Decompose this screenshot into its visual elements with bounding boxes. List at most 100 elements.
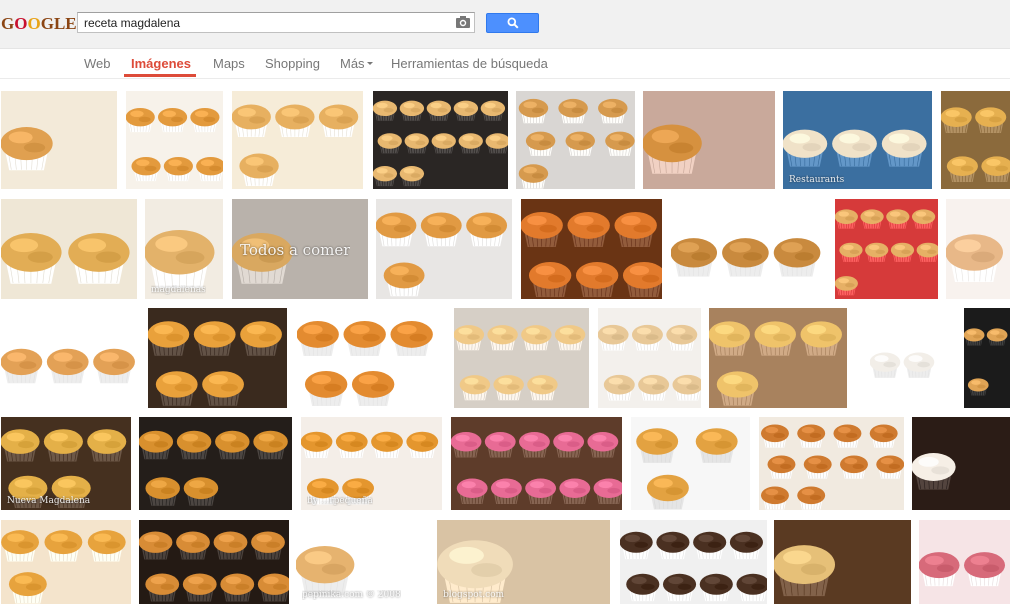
image-result[interactable]: [759, 417, 904, 510]
image-result[interactable]: [709, 308, 847, 408]
image-result[interactable]: Nueva Magdalena: [1, 417, 131, 510]
logo-letter: E: [65, 14, 77, 33]
image-result[interactable]: [1, 199, 137, 299]
tab-shopping[interactable]: Shopping: [265, 56, 320, 71]
image-result[interactable]: [376, 199, 512, 299]
search-box[interactable]: [77, 12, 475, 33]
search-icon: [507, 17, 519, 29]
search-input[interactable]: [84, 14, 444, 31]
image-result-thumbnail: [1, 308, 140, 408]
image-result[interactable]: Todos a comer: [232, 199, 368, 299]
image-result[interactable]: [946, 199, 1010, 299]
logo-letter: O: [14, 14, 28, 33]
logo-letter: G: [1, 14, 15, 33]
search-tabs: Web Imágenes Maps Shopping Más Herramien…: [0, 49, 1010, 79]
image-watermark: by ...rpequeña: [307, 496, 373, 506]
image-result-thumbnail: [671, 199, 826, 299]
image-result-thumbnail: [941, 91, 1010, 189]
image-result[interactable]: [774, 520, 911, 604]
header-bar: GOOGLE: [0, 0, 1010, 49]
active-tab-underline: [124, 74, 196, 77]
image-result-thumbnail: [709, 308, 847, 408]
image-result-thumbnail: [759, 417, 904, 510]
image-result[interactable]: [139, 417, 292, 510]
image-result[interactable]: [126, 91, 223, 189]
image-result[interactable]: [964, 308, 1010, 408]
image-result-thumbnail: [148, 308, 287, 408]
image-result[interactable]: [598, 308, 701, 408]
image-result[interactable]: [912, 417, 1010, 510]
tab-search-tools[interactable]: Herramientas de búsqueda: [391, 56, 548, 71]
image-watermark: blogspot.com: [443, 590, 505, 600]
image-result-thumbnail: [964, 308, 1010, 408]
image-result[interactable]: [870, 308, 938, 408]
image-result[interactable]: Restaurants: [783, 91, 932, 189]
image-result-thumbnail: [451, 417, 622, 510]
image-result[interactable]: pepinika.com © 2008: [296, 520, 427, 604]
image-result-thumbnail: [139, 520, 289, 604]
image-result[interactable]: [139, 520, 289, 604]
camera-icon[interactable]: [455, 15, 471, 29]
image-result-thumbnail: [521, 199, 662, 299]
image-result-thumbnail: [870, 308, 938, 408]
image-watermark: magdalenas: [151, 285, 206, 295]
image-result-thumbnail: [376, 199, 512, 299]
image-result[interactable]: [297, 308, 438, 408]
tab-more-label: Más: [340, 56, 365, 71]
image-result-thumbnail: [835, 199, 938, 299]
image-result-thumbnail: [297, 308, 438, 408]
image-result[interactable]: [516, 91, 635, 189]
tab-more[interactable]: Más: [340, 56, 373, 71]
image-result-thumbnail: [1, 91, 117, 189]
image-result[interactable]: [451, 417, 622, 510]
image-result[interactable]: [835, 199, 938, 299]
image-result[interactable]: blogspot.com: [437, 520, 610, 604]
tab-maps[interactable]: Maps: [213, 56, 245, 71]
image-result[interactable]: [631, 417, 750, 510]
image-result-thumbnail: [1, 199, 137, 299]
image-result-thumbnail: [919, 520, 1010, 604]
logo-letter: L: [53, 14, 66, 33]
image-result[interactable]: magdalenas: [145, 199, 223, 299]
image-result[interactable]: [232, 91, 363, 189]
image-result[interactable]: [521, 199, 662, 299]
chevron-down-icon: [366, 62, 373, 66]
image-result-thumbnail: [139, 417, 292, 510]
tab-web[interactable]: Web: [84, 56, 111, 71]
google-logo[interactable]: GOOGLE: [1, 14, 77, 34]
logo-letter: O: [27, 14, 41, 33]
image-result-thumbnail: [232, 91, 363, 189]
image-result[interactable]: [454, 308, 589, 408]
image-result[interactable]: [1, 520, 131, 604]
logo-letter: G: [40, 14, 54, 33]
image-result[interactable]: [373, 91, 508, 189]
image-result-thumbnail: [643, 91, 775, 189]
image-watermark: Todos a comer: [240, 241, 351, 259]
image-result-thumbnail: [1, 520, 131, 604]
image-result[interactable]: [148, 308, 287, 408]
image-result[interactable]: [1, 91, 117, 189]
search-button[interactable]: [486, 13, 539, 33]
image-result-thumbnail: [620, 520, 767, 604]
image-result-thumbnail: [373, 91, 508, 189]
image-result[interactable]: [919, 520, 1010, 604]
image-result-thumbnail: [516, 91, 635, 189]
image-result-thumbnail: [774, 520, 911, 604]
image-result[interactable]: by ...rpequeña: [301, 417, 442, 510]
image-result-thumbnail: [126, 91, 223, 189]
image-result-thumbnail: [454, 308, 589, 408]
image-watermark: pepinika.com © 2008: [302, 590, 401, 600]
image-result[interactable]: [941, 91, 1010, 189]
image-result[interactable]: [643, 91, 775, 189]
image-result-thumbnail: [912, 417, 1010, 510]
image-result[interactable]: [620, 520, 767, 604]
image-result[interactable]: [671, 199, 826, 299]
image-result-thumbnail: [145, 199, 223, 299]
image-result[interactable]: [1, 308, 140, 408]
image-result-thumbnail: [631, 417, 750, 510]
tab-images[interactable]: Imágenes: [131, 56, 191, 71]
image-watermark: Nueva Magdalena: [7, 496, 91, 506]
image-result-thumbnail: [946, 199, 1010, 299]
image-result-thumbnail: [598, 308, 701, 408]
image-watermark: Restaurants: [789, 175, 845, 185]
